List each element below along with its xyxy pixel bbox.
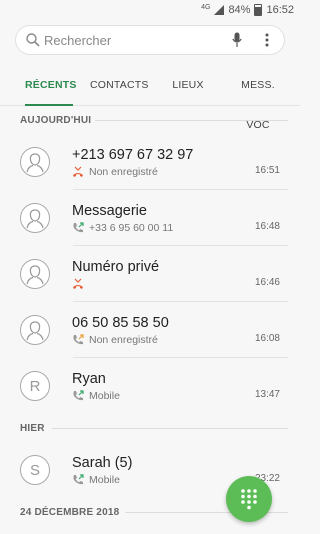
call-log-row[interactable]: 06 50 85 58 50 Non enregistré 16:08 [0,302,300,358]
outgoing-call-icon [72,221,84,234]
section-divider [95,120,288,121]
call-time: 16:48 [254,221,280,232]
call-time: 16:51 [254,165,280,176]
outgoing-call-icon [72,333,84,346]
call-detail: Non enregistré [89,333,158,346]
contact-avatar [20,315,50,345]
caller-name: +213 697 67 32 97 [72,146,194,163]
outgoing-call-icon [72,473,84,486]
dialpad-icon [241,489,257,510]
call-time: 16:08 [254,333,280,344]
call-time: 13:47 [254,389,280,400]
contact-avatar-letter: S [20,455,50,485]
search-bar[interactable]: Rechercher [15,25,285,55]
microphone-icon[interactable] [228,31,246,49]
call-log-row[interactable]: Numéro privé 16:46 [0,246,300,302]
caller-name: Ryan [72,370,106,387]
tab-recents[interactable]: RÉCENTS [25,65,76,106]
contact-avatar-letter: R [20,371,50,401]
missed-call-icon [72,166,84,178]
section-title: HIER [20,422,45,434]
battery-percent: 84% [228,4,251,16]
dialpad-button[interactable] [226,476,272,522]
section-title: 24 DÉCEMBRE 2018 [20,506,120,518]
signal-icon [214,5,225,15]
search-icon [26,33,40,47]
call-log-row[interactable]: +213 697 67 32 97 Non enregistré 16:51 [0,134,300,190]
section-divider [52,428,288,429]
section-header: HIER [0,414,300,442]
call-time: 16:46 [254,277,280,288]
missed-call-icon [72,278,84,290]
caller-name: Numéro privé [72,258,160,275]
outgoing-call-icon [72,389,84,402]
contact-avatar [20,203,50,233]
person-icon [26,265,44,285]
caller-name: Sarah (5) [72,454,133,471]
tab-bar: RÉCENTS CONTACTS LIEUX MESS. VOC [0,65,300,131]
caller-name: 06 50 85 58 50 [72,314,169,331]
contact-avatar [20,259,50,289]
battery-icon [254,4,263,16]
call-detail: Non enregistré [89,165,158,178]
clock: 16:52 [266,4,294,16]
tab-contacts[interactable]: CONTACTS [90,65,148,105]
person-icon [26,209,44,229]
section-header: AUJOURD'HUI [0,106,300,134]
person-icon [26,153,44,173]
call-detail: +33 6 95 60 00 11 [89,221,174,234]
section-title: AUJOURD'HUI [20,114,92,126]
contact-avatar [20,147,50,177]
call-log-row[interactable]: R Ryan Mobile 13:47 [0,358,300,414]
person-icon [26,321,44,341]
call-log-row[interactable]: Messagerie +33 6 95 60 00 11 16:48 [0,190,300,246]
tab-lieux[interactable]: LIEUX [171,65,205,105]
call-detail: Mobile [89,389,120,402]
tab-voicemail[interactable]: MESS. VOC [228,65,288,131]
network-type: 4G [201,3,211,11]
search-placeholder[interactable]: Rechercher [44,33,228,48]
more-options-icon[interactable] [258,31,276,49]
caller-name: Messagerie [72,202,147,219]
call-detail: Mobile [89,473,120,486]
status-bar: 4G 84% 16:52 [0,0,300,20]
